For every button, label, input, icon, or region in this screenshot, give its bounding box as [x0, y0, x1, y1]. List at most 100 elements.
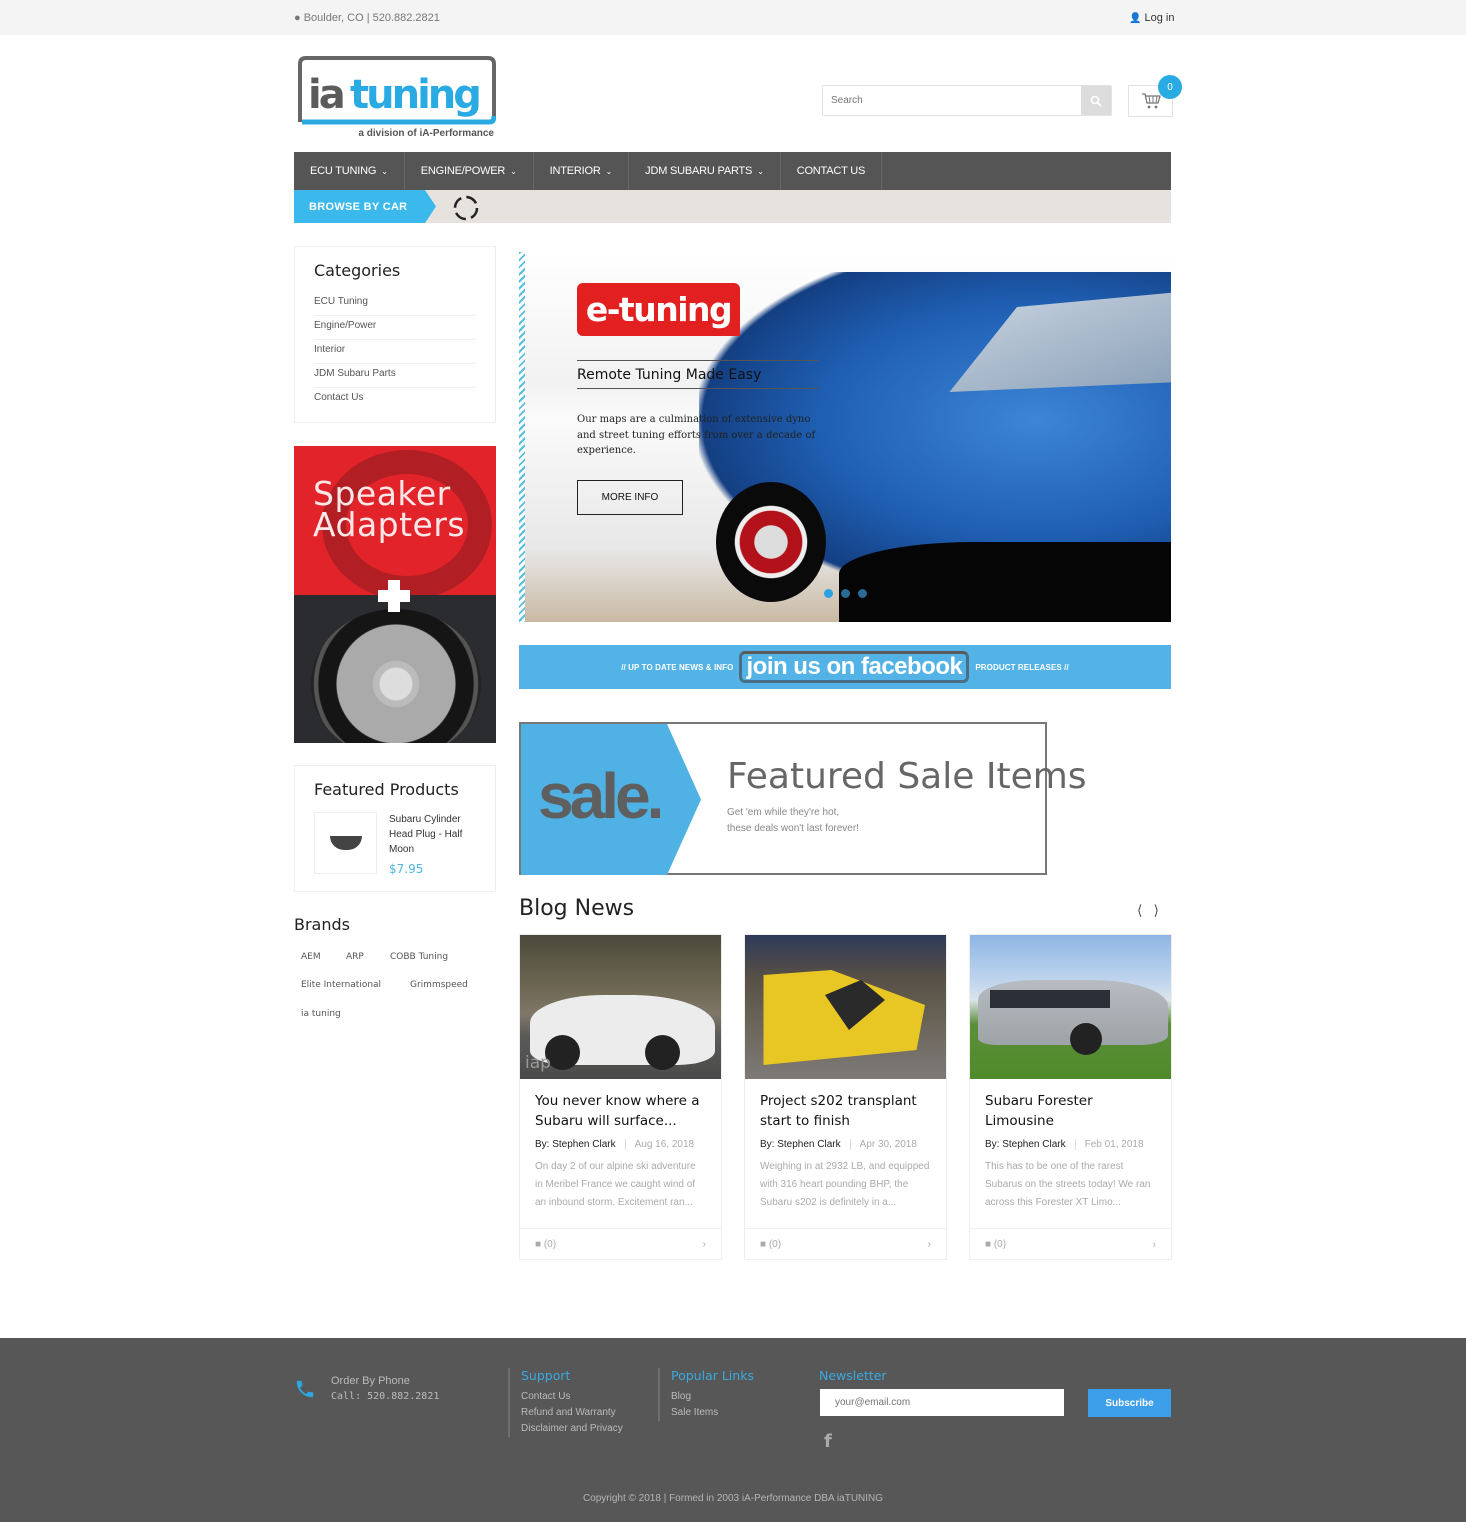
- featured-products-panel: Featured Products Subaru Cylinder Head P…: [294, 765, 496, 892]
- image-watermark: iap: [525, 1053, 551, 1073]
- main-nav: ECU TUNING ⌄ ENGINE/POWER ⌄ INTERIOR ⌄ JDM …: [294, 152, 1171, 190]
- phone-number[interactable]: Call: 520.882.2821: [331, 1389, 439, 1404]
- blog-image[interactable]: [745, 935, 946, 1079]
- category-link[interactable]: Engine/Power: [314, 316, 476, 340]
- sale-banner[interactable]: sale. Featured Sale Items Get 'em while …: [519, 722, 1087, 875]
- logo-ia: ia: [308, 72, 343, 118]
- nav-ecu-tuning[interactable]: ECU TUNING ⌄: [294, 152, 405, 190]
- category-link[interactable]: ECU Tuning: [314, 292, 476, 316]
- join-facebook-text: join us on facebook: [739, 651, 970, 683]
- sale-title: Featured Sale Items: [727, 756, 1087, 797]
- blog-news-title: Blog News: [519, 896, 635, 921]
- chevron-right-icon[interactable]: ›: [703, 1239, 706, 1250]
- comments-count[interactable]: ■ (0): [535, 1239, 556, 1250]
- blog-image[interactable]: iap: [520, 935, 721, 1079]
- blog-date: Apr 30, 2018: [849, 1139, 917, 1150]
- chevron-down-icon: ⌄: [510, 166, 517, 176]
- more-info-button[interactable]: MORE INFO: [577, 480, 683, 515]
- chevron-right-icon[interactable]: ⟩: [1153, 902, 1158, 919]
- cart-icon: [1141, 93, 1161, 109]
- footer-link-disclaimer-privacy[interactable]: Disclaimer and Privacy: [521, 1421, 623, 1437]
- search-box: [822, 85, 1112, 116]
- comments-icon: ■: [535, 1238, 542, 1250]
- nav-jdm-subaru-parts[interactable]: JDM SUBARU PARTS ⌄: [629, 152, 781, 190]
- site-logo[interactable]: ia tuning a division of iA-Performance: [294, 56, 497, 140]
- category-link[interactable]: JDM Subaru Parts: [314, 364, 476, 388]
- chevron-down-icon: ⌄: [757, 166, 764, 176]
- blog-post-title[interactable]: Subaru Forester Limousine: [970, 1079, 1171, 1131]
- facebook-banner[interactable]: // UP TO DATE NEWS & INFO join us on fac…: [519, 645, 1171, 689]
- nav-contact-us[interactable]: CONTACT US: [781, 152, 883, 190]
- sale-word: sale.: [538, 760, 664, 832]
- comments-count[interactable]: ■ (0): [985, 1239, 1006, 1250]
- footer-link-blog[interactable]: Blog: [671, 1389, 754, 1405]
- newsletter-email-input[interactable]: [820, 1389, 1064, 1416]
- brand-link[interactable]: Grimmspeed: [410, 980, 468, 990]
- categories-panel: Categories ECU Tuning Engine/Power Inter…: [294, 246, 496, 423]
- product-name[interactable]: Subaru Cylinder Head Plug - Half Moon: [389, 812, 484, 857]
- comments-icon: ■: [985, 1238, 992, 1250]
- promo-title: Speaker Adapters: [313, 474, 466, 544]
- brand-link[interactable]: ARP: [346, 952, 364, 962]
- slide-text: Our maps are a culmination of extensive …: [577, 414, 816, 456]
- category-link[interactable]: Interior: [314, 340, 476, 364]
- store-location: ● Boulder, CO | 520.882.2821: [294, 12, 440, 24]
- search-icon: [1090, 95, 1102, 107]
- facebook-icon[interactable]: f: [824, 1431, 832, 1452]
- brand-link[interactable]: ia tuning: [301, 1009, 341, 1019]
- slider-dot[interactable]: [841, 589, 850, 598]
- popular-links: Popular Links Blog Sale Items: [658, 1368, 754, 1421]
- search-input[interactable]: [823, 86, 1081, 115]
- loading-spinner-icon: [453, 195, 479, 221]
- blog-card: Project s202 transplant start to finish …: [744, 934, 947, 1260]
- categories-title: Categories: [314, 261, 401, 280]
- nav-interior[interactable]: INTERIOR ⌄: [534, 152, 630, 190]
- blog-post-title[interactable]: Project s202 transplant start to finish: [745, 1079, 946, 1131]
- brand-link[interactable]: COBB Tuning: [390, 952, 448, 962]
- search-button[interactable]: [1081, 86, 1111, 115]
- subscribe-button[interactable]: Subscribe: [1088, 1389, 1171, 1417]
- footer: Order By Phone Call: 520.882.2821 Suppor…: [0, 1338, 1466, 1522]
- login-link[interactable]: 👤 Log in: [1129, 12, 1175, 24]
- logo-tuning: tuning: [350, 72, 479, 118]
- speaker-adapters-promo[interactable]: Speaker Adapters: [294, 446, 496, 743]
- blog-excerpt: This has to be one of the rarest Subarus…: [985, 1161, 1151, 1208]
- blog-post-title[interactable]: You never know where a Subaru will surfa…: [520, 1079, 721, 1131]
- product-thumbnail[interactable]: [314, 812, 377, 874]
- product-price: $7.95: [389, 862, 424, 876]
- category-link[interactable]: Contact Us: [314, 388, 476, 412]
- blog-excerpt: On day 2 of our alpine ski adventure in …: [535, 1161, 696, 1208]
- chevron-left-icon[interactable]: ⟨: [1137, 902, 1142, 919]
- browse-by-car-button[interactable]: BROWSE BY CAR: [294, 190, 436, 223]
- map-pin-icon: ●: [294, 12, 301, 24]
- newsletter-title: Newsletter: [819, 1368, 887, 1383]
- slide-heading: Remote Tuning Made Easy: [577, 360, 819, 389]
- blog-image[interactable]: [970, 935, 1171, 1079]
- comments-icon: ■: [760, 1238, 767, 1250]
- comments-count[interactable]: ■ (0): [760, 1239, 781, 1250]
- copyright: Copyright © 2018 | Formed in 2003 iA-Per…: [582, 1493, 884, 1504]
- chevron-right-icon[interactable]: ›: [928, 1239, 931, 1250]
- logo-tagline: a division of iA-Performance: [358, 128, 494, 139]
- brand-link[interactable]: AEM: [301, 952, 321, 962]
- hero-slider[interactable]: e-tuning Remote Tuning Made Easy Our map…: [519, 252, 1171, 622]
- user-icon: 👤: [1129, 13, 1142, 24]
- footer-link-contact-us[interactable]: Contact Us: [521, 1389, 623, 1405]
- order-by-phone: Order By Phone Call: 520.882.2821: [331, 1375, 440, 1404]
- sale-subtitle: Get 'em while they're hot, these deals w…: [727, 807, 859, 834]
- brand-link[interactable]: Elite International: [301, 980, 381, 990]
- top-bar: ● Boulder, CO | 520.882.2821 👤 Log in: [0, 0, 1466, 35]
- browse-by-car-bar: BROWSE BY CAR: [294, 190, 1171, 223]
- blog-carousel-arrows: ⟨ ⟩: [1137, 902, 1159, 919]
- nav-engine-power[interactable]: ENGINE/POWER ⌄: [405, 152, 534, 190]
- slider-dot[interactable]: [824, 589, 833, 598]
- chevron-down-icon: ⌄: [605, 166, 613, 176]
- blog-date: Feb 01, 2018: [1074, 1139, 1144, 1150]
- blog-author: By: Stephen Clark: [985, 1139, 1066, 1150]
- footer-link-refund-warranty[interactable]: Refund and Warranty: [521, 1405, 623, 1421]
- footer-link-sale-items[interactable]: Sale Items: [671, 1405, 754, 1421]
- blog-date: Aug 16, 2018: [624, 1139, 694, 1150]
- cart-button[interactable]: 0: [1128, 75, 1182, 117]
- chevron-right-icon[interactable]: ›: [1153, 1239, 1156, 1250]
- slider-dot[interactable]: [858, 589, 867, 598]
